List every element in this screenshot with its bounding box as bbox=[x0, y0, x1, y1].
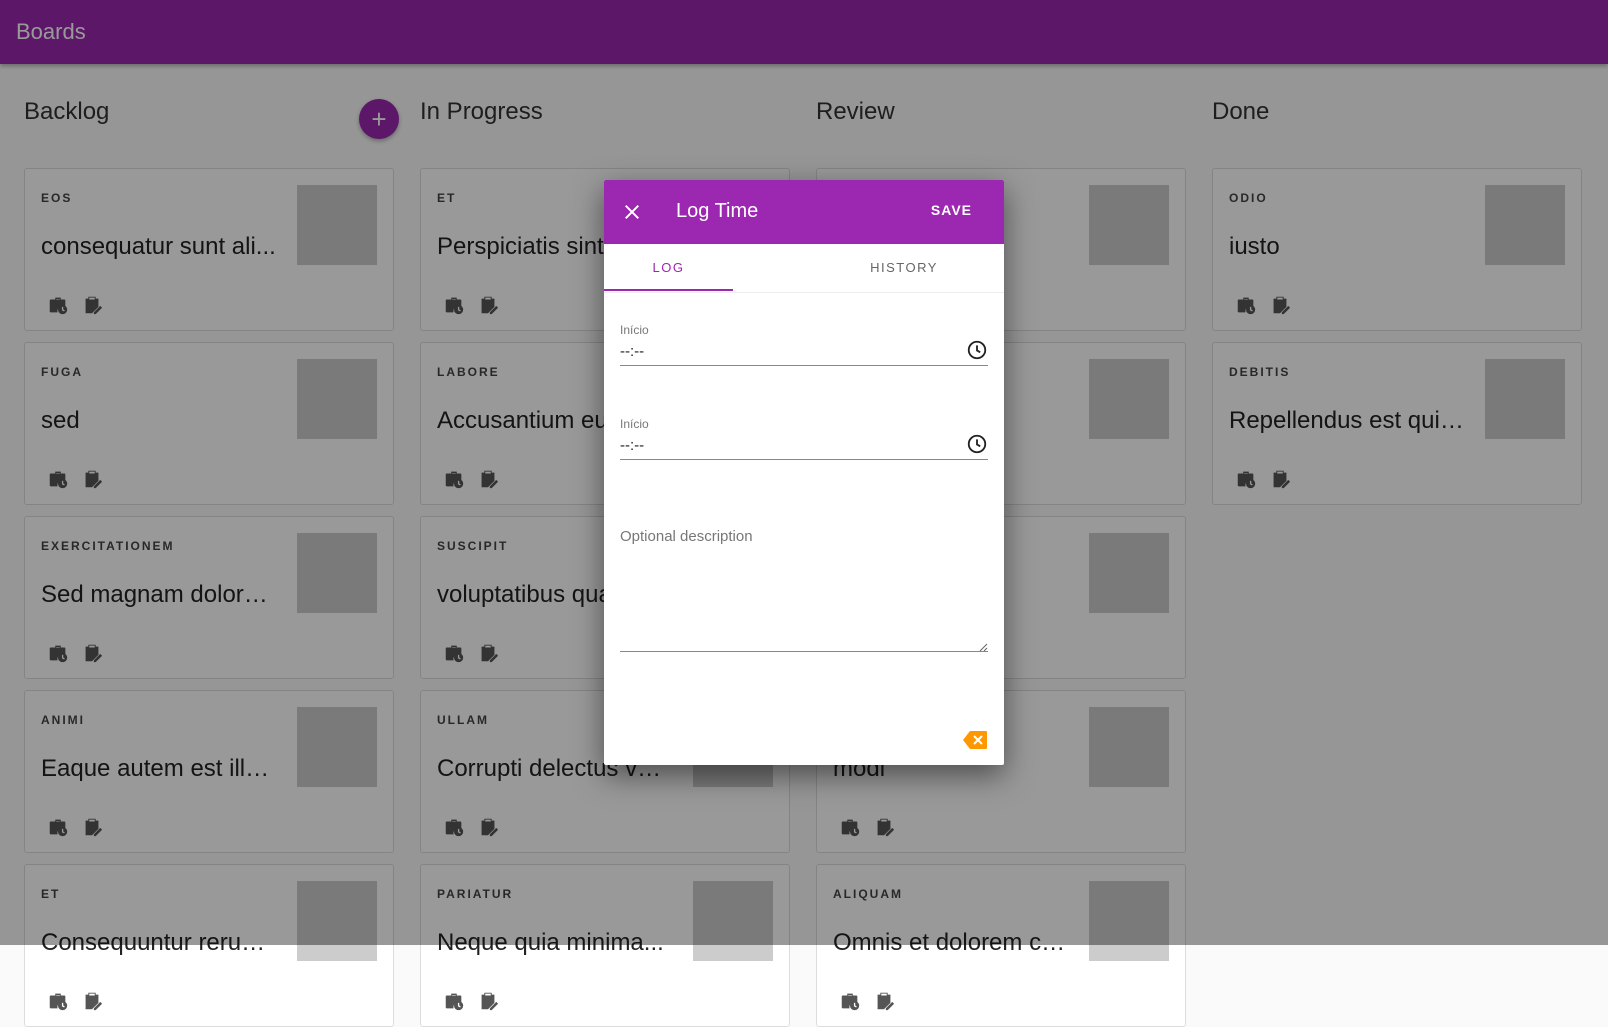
dialog-header: Log Time SAVE bbox=[604, 180, 1004, 244]
clipboard-edit-icon[interactable] bbox=[477, 990, 499, 1017]
end-time-input[interactable]: --:-- bbox=[620, 431, 988, 460]
clock-icon[interactable] bbox=[966, 433, 988, 455]
card-actions bbox=[47, 990, 103, 1017]
description-textarea[interactable]: Optional description bbox=[620, 518, 988, 652]
start-time-value: --:-- bbox=[620, 343, 645, 360]
close-icon[interactable] bbox=[620, 200, 644, 224]
briefcase-clock-icon[interactable] bbox=[839, 990, 861, 1017]
end-time-field: Início --:-- bbox=[620, 417, 988, 460]
clock-icon[interactable] bbox=[966, 339, 988, 361]
briefcase-clock-icon[interactable] bbox=[47, 990, 69, 1017]
dialog-title: Log Time bbox=[676, 200, 759, 222]
briefcase-clock-icon[interactable] bbox=[443, 990, 465, 1017]
resize-handle-icon[interactable] bbox=[978, 639, 988, 652]
backspace-icon[interactable] bbox=[962, 730, 988, 750]
tab-history[interactable]: HISTORY bbox=[804, 244, 1004, 292]
clipboard-edit-icon[interactable] bbox=[873, 990, 895, 1017]
card-actions bbox=[443, 990, 499, 1017]
log-time-dialog: Log Time SAVE LOG HISTORY Início --:-- I… bbox=[604, 180, 1004, 765]
start-time-field: Início --:-- bbox=[620, 323, 988, 366]
active-tab-indicator bbox=[604, 289, 733, 291]
description-placeholder: Optional description bbox=[620, 528, 753, 545]
card-actions bbox=[839, 990, 895, 1017]
start-time-label: Início bbox=[620, 323, 649, 337]
save-button[interactable]: SAVE bbox=[931, 202, 972, 218]
clipboard-edit-icon[interactable] bbox=[81, 990, 103, 1017]
dialog-tabs: LOG HISTORY bbox=[604, 244, 1004, 293]
end-time-label: Início bbox=[620, 417, 649, 431]
start-time-input[interactable]: --:-- bbox=[620, 337, 988, 366]
end-time-value: --:-- bbox=[620, 437, 645, 454]
tab-log[interactable]: LOG bbox=[604, 244, 733, 292]
